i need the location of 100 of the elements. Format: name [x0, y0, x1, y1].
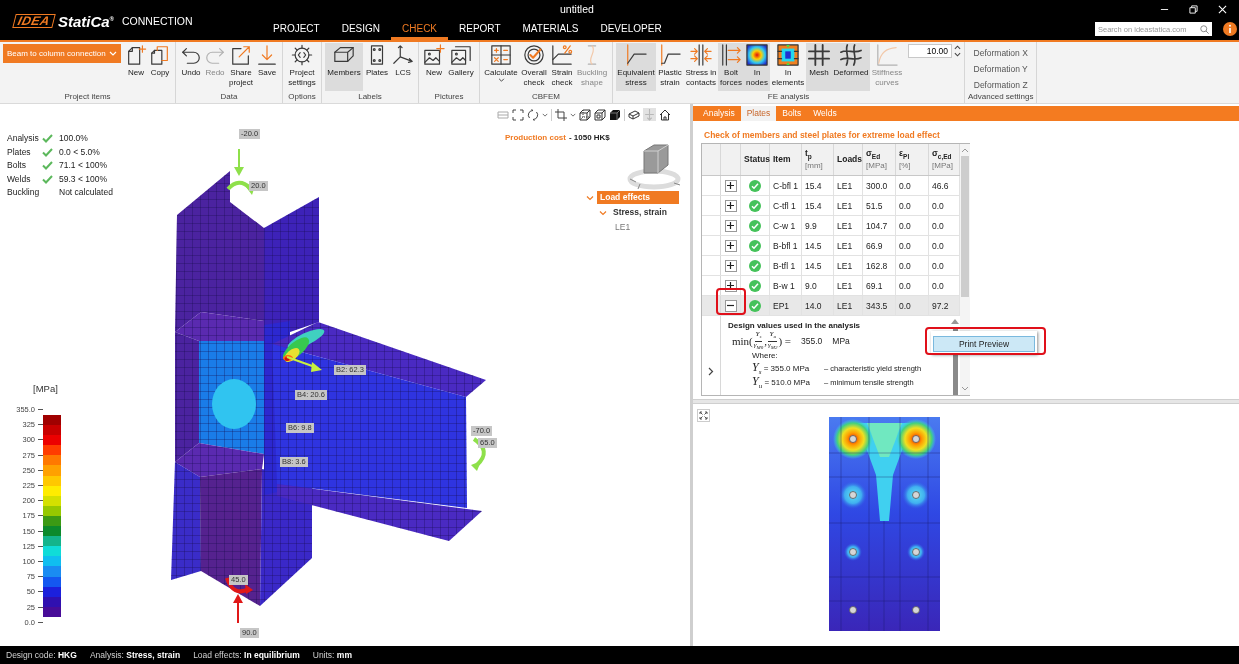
- force-arrow: [234, 148, 244, 176]
- table-row[interactable]: EP1 14.0 LE1 343.5 0.0 97.2: [702, 296, 960, 316]
- plus-icon: [727, 202, 734, 209]
- solid-cube-icon[interactable]: [609, 108, 621, 121]
- formula-unit: MPa: [832, 336, 850, 346]
- new-picture-button[interactable]: New: [422, 43, 446, 91]
- deformation-option[interactable]: Deformation X: [968, 46, 1034, 60]
- column-unit: [%]: [899, 161, 912, 172]
- new-file-button[interactable]: New: [124, 43, 148, 91]
- bolt-hole-icon: [849, 491, 857, 499]
- column-header: Item: [773, 154, 792, 165]
- print-preview-item[interactable]: Print Preview: [933, 336, 1035, 352]
- deformation-option[interactable]: Deformation Z: [968, 78, 1034, 92]
- tube-icon[interactable]: [628, 108, 640, 121]
- save-button[interactable]: Save: [255, 43, 279, 91]
- node-results-button[interactable]: In nodes: [744, 43, 770, 91]
- deformation-option[interactable]: Deformation Y: [968, 62, 1034, 76]
- menu-tab[interactable]: REPORT: [448, 18, 512, 40]
- table-cell: B-tfl 1: [770, 256, 802, 275]
- element-results-button[interactable]: In elements: [770, 43, 806, 91]
- table-row[interactable]: C-bfl 1 15.4 LE1 300.0 0.0 46.6: [702, 176, 960, 196]
- expand-button[interactable]: [724, 219, 737, 232]
- close-icon[interactable]: [1218, 4, 1227, 14]
- scrollbar-thumb[interactable]: [961, 156, 969, 297]
- table-cell: 0.0: [896, 256, 929, 275]
- copy-button[interactable]: Copy: [148, 43, 172, 91]
- expand-button[interactable]: [724, 199, 737, 212]
- chevron-right-icon[interactable]: [708, 367, 714, 376]
- scroll-up-icon[interactable]: [961, 148, 969, 153]
- plates-button[interactable]: Plates: [363, 43, 391, 91]
- bolt-forces-button[interactable]: Bolt forces: [718, 43, 744, 91]
- share-button[interactable]: Share project: [227, 43, 255, 91]
- column-header: σ$_{Ed}$: [866, 147, 882, 162]
- collapse-button[interactable]: [724, 299, 737, 312]
- calculate-button[interactable]: Calculate: [483, 43, 519, 91]
- fit-view-icon[interactable]: [512, 108, 524, 121]
- table-cell: 15.4: [802, 176, 834, 195]
- overall-check-button[interactable]: Overall check: [519, 43, 549, 91]
- crop-icon[interactable]: [555, 108, 567, 121]
- number-field[interactable]: 10.00: [908, 44, 952, 58]
- tree-item[interactable]: LE1: [612, 221, 634, 234]
- where-label: Where:: [751, 351, 779, 361]
- restore-icon[interactable]: [1189, 4, 1198, 14]
- settings-button[interactable]: Project settings: [286, 43, 318, 91]
- caret-up-icon[interactable]: [954, 45, 961, 50]
- tree-item[interactable]: Stress, strain: [610, 206, 670, 219]
- view-cube-icon[interactable]: [626, 141, 682, 191]
- group-label: Pictures: [433, 91, 465, 103]
- caret-down-icon[interactable]: [954, 52, 961, 57]
- table-cell: 343.5: [863, 296, 896, 315]
- plastic-strain-button[interactable]: Plastic strain: [656, 43, 684, 91]
- lcs-button[interactable]: LCS: [391, 43, 415, 91]
- menu-tab[interactable]: DEVELOPER: [589, 18, 673, 40]
- mesh-button[interactable]: Mesh: [806, 43, 832, 91]
- info-icon[interactable]: [1223, 22, 1237, 36]
- caret-icon[interactable]: [542, 112, 548, 117]
- column-header: Status: [744, 154, 769, 165]
- menu-tab[interactable]: MATERIALS: [511, 18, 590, 40]
- menu-tab[interactable]: CHECK: [391, 18, 449, 40]
- members-button[interactable]: Members: [325, 43, 363, 91]
- expand-button[interactable]: [724, 239, 737, 252]
- expand-icon[interactable]: [697, 409, 710, 422]
- strain-curve-icon: [659, 44, 681, 66]
- table-row[interactable]: C-tfl 1 15.4 LE1 51.5 0.0 0.0: [702, 196, 960, 216]
- rotate-icon[interactable]: [527, 108, 539, 121]
- table-cell: 15.4: [802, 196, 834, 215]
- menu-tab[interactable]: DESIGN: [330, 18, 391, 40]
- table-cell: 104.7: [863, 216, 896, 235]
- table-row[interactable]: B-tfl 1 14.5 LE1 162.8 0.0 0.0: [702, 256, 960, 276]
- gallery-button[interactable]: Gallery: [446, 43, 476, 91]
- menu-tab[interactable]: PROJECT: [262, 18, 331, 40]
- table-cell: LE1: [834, 176, 863, 195]
- expand-button[interactable]: [724, 179, 737, 192]
- strain-check-button[interactable]: Strain check: [549, 43, 575, 91]
- cube-icon[interactable]: [594, 108, 606, 121]
- bolt-arrows-icon: [720, 44, 742, 66]
- deformed-button[interactable]: Deformed: [832, 43, 870, 91]
- table-cell: 0.0: [896, 216, 929, 235]
- scroll-up-icon[interactable]: [951, 319, 959, 324]
- table-cell: 14.0: [802, 296, 834, 315]
- column-header: ε$_{Pl}$: [899, 147, 911, 162]
- plus-icon: [727, 282, 734, 289]
- contact-stress-button[interactable]: Stress in contacts: [684, 43, 718, 91]
- expand-button[interactable]: [724, 259, 737, 272]
- formula-value: 355.0: [801, 336, 823, 346]
- table-row[interactable]: B-bfl 1 14.5 LE1 66.9 0.0 0.0: [702, 236, 960, 256]
- table-row[interactable]: C-w 1 9.9 LE1 104.7 0.0 0.0: [702, 216, 960, 236]
- table-cell: LE1: [834, 296, 863, 315]
- results-tab[interactable]: Plates: [740, 106, 777, 121]
- table-row[interactable]: B-w 1 9.0 LE1 69.1 0.0 0.0: [702, 276, 960, 296]
- scroll-down-icon[interactable]: [961, 386, 969, 391]
- home-icon[interactable]: [659, 108, 671, 121]
- wireframe-cube-icon[interactable]: [579, 108, 591, 121]
- table-cell: C-bfl 1: [770, 176, 802, 195]
- caret-icon[interactable]: [570, 112, 576, 117]
- check-value: 0.0 < 5.0%: [59, 145, 101, 159]
- save-icon: [256, 44, 278, 66]
- search-icon[interactable]: [1200, 24, 1209, 34]
- equivalent-stress-button[interactable]: Equivalent stress: [616, 43, 656, 91]
- undo-button[interactable]: Undo: [179, 43, 203, 91]
